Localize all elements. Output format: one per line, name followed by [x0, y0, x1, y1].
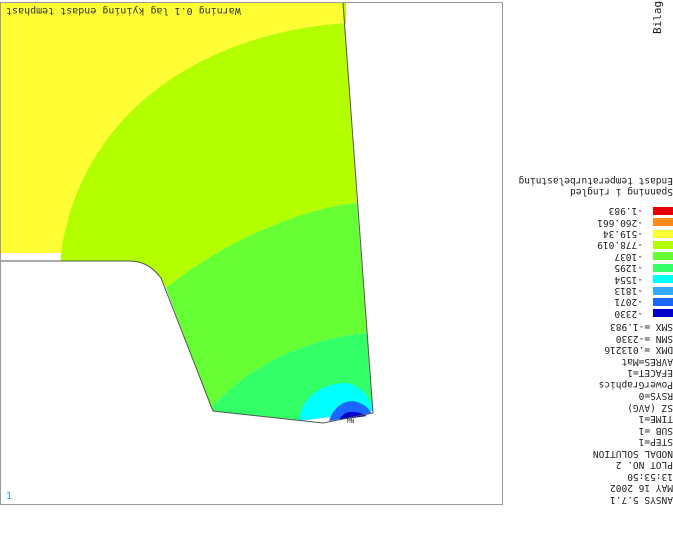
info-line: SZ (AVG) — [627, 402, 673, 413]
legend-swatch — [653, 297, 673, 306]
legend-item: -1813 — [508, 285, 673, 296]
info-line: PLOT NO. 2 — [615, 459, 673, 471]
legend-swatch — [653, 206, 673, 215]
coordinate-triad-marker: 1 — [6, 491, 13, 502]
info-line: AVRES=Mat — [621, 356, 673, 367]
info-line: SMN =-2330 — [615, 333, 673, 344]
legend-label: -260.661 — [597, 216, 643, 228]
legend-label: -1813 — [614, 285, 643, 297]
legend-label: -1554 — [614, 273, 643, 285]
info-line: NODAL SOLUTION — [592, 448, 673, 459]
plot-title: Endast temperaturbelastning — [518, 174, 673, 186]
node-marker: MN — [347, 418, 355, 425]
legend-swatch — [653, 252, 673, 261]
info-line: 13:53:50 — [627, 471, 673, 482]
legend-item: -1037 — [508, 251, 673, 262]
legend-swatch — [653, 218, 673, 227]
legend-label: -778.019 — [597, 239, 643, 251]
legend-panel: ANSYS 5.7.1 MAY 16 2002 13:53:50 PLOT NO… — [508, 155, 673, 505]
legend-swatch — [653, 229, 673, 238]
legend-item: -1554 — [508, 273, 673, 285]
page-label: Bilaga 12 — [651, 0, 664, 34]
info-line: STEP=1 — [638, 436, 673, 448]
legend-label: -2071 — [614, 296, 643, 308]
info-line: DMX =.013216 — [604, 344, 673, 356]
plot-viewport[interactable]: MN 1 Warning 0.1 lag kyining endast temp… — [0, 2, 503, 505]
legend-swatch — [653, 275, 673, 284]
legend-swatch — [653, 240, 673, 249]
legend-item: -778.019 — [508, 239, 673, 250]
info-line: SUB =1 — [638, 425, 673, 436]
legend-item: -1.983 — [508, 205, 673, 216]
legend-item: -2330 — [508, 308, 673, 319]
plot-header-text: Warning 0.1 lag kyining endast temphast — [6, 5, 241, 16]
legend-item: -260.661 — [508, 216, 673, 228]
legend-swatch — [653, 263, 673, 272]
legend-label: -2330 — [614, 307, 643, 319]
legend: -2330 -2071 -1813 -1554 -1295 -1037 -778… — [508, 205, 673, 319]
info-line: ANSYS 5.7.1 — [610, 494, 673, 505]
info-line: EFACET=1 — [627, 367, 673, 379]
legend-item: -519.34 — [508, 228, 673, 239]
legend-label: -1.983 — [608, 205, 643, 217]
legend-label: -1295 — [614, 262, 643, 274]
info-line: MAY 16 2002 — [610, 482, 673, 494]
plot-subtitle: Spanning i ringled — [570, 186, 673, 198]
legend-item: -2071 — [508, 296, 673, 307]
info-line: TIME=1 — [638, 413, 673, 425]
legend-swatch — [653, 286, 673, 295]
contour-plot: MN — [1, 3, 374, 425]
info-line: PowerGraphics — [598, 379, 673, 390]
info-line: SMX =-1.983 — [610, 321, 673, 333]
legend-item: -1295 — [508, 262, 673, 273]
legend-label: -1037 — [614, 250, 643, 262]
legend-swatch — [653, 309, 673, 318]
info-line: RSYS=0 — [638, 390, 673, 402]
legend-label: -519.34 — [602, 228, 643, 240]
